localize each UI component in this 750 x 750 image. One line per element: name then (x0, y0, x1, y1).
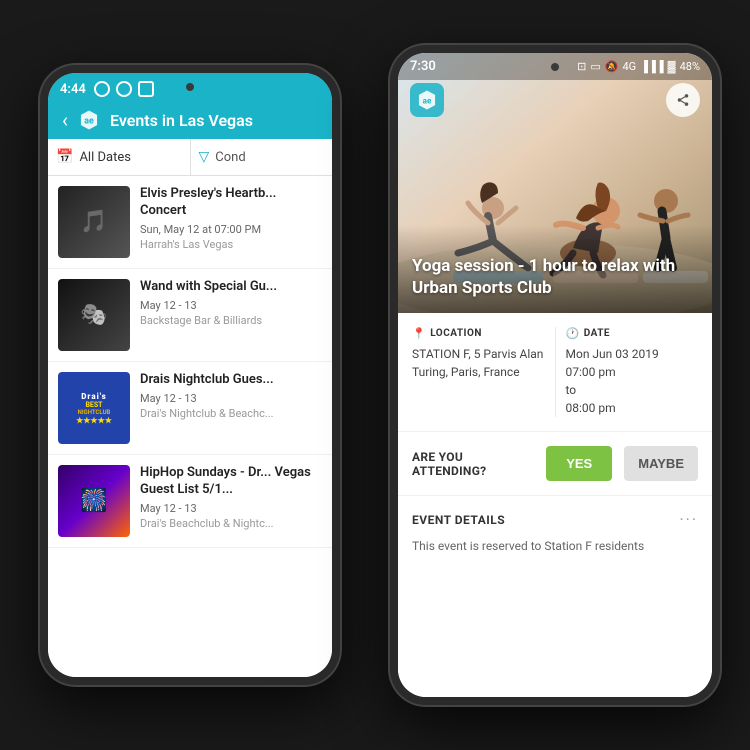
event-item-3[interactable]: Drai's BEST NIGHTCLUB ★★★★★ Drais Nightc… (48, 362, 332, 455)
location-value: STATION F, 5 Parvis Alan Turing, Paris, … (412, 345, 545, 381)
event-date-3: May 12 - 13 (140, 392, 322, 405)
event-date-4: May 12 - 13 (140, 502, 322, 515)
event-venue-3: Drai's Nightclub & Beachc... (140, 407, 322, 420)
attending-row: ARE YOU ATTENDING? YES MAYBE (398, 432, 712, 496)
location-date-row: 📍 LOCATION STATION F, 5 Parvis Alan Turi… (398, 313, 712, 432)
event-title-2: Wand with Special Gu... (140, 279, 322, 296)
event-list: Elvis Presley's Heartb... Concert Sun, M… (48, 176, 332, 677)
instagram-icon (116, 81, 132, 97)
date-filter-label: All Dates (79, 150, 131, 165)
event-thumb-4 (58, 465, 130, 537)
share-button[interactable] (666, 83, 700, 117)
logo-hex-front[interactable]: ae (410, 83, 444, 117)
event-item-1[interactable]: Elvis Presley's Heartb... Concert Sun, M… (48, 176, 332, 269)
snapchat-icon (94, 81, 110, 97)
hero-nav: ae (398, 83, 712, 117)
camera-dot (186, 83, 194, 91)
cond-filter-label: Cond (215, 150, 245, 165)
event-details-title: EVENT DETAILS (412, 513, 505, 527)
svg-text:ae: ae (423, 97, 432, 106)
logo-hex-back: ae (78, 109, 100, 131)
event-details-section: EVENT DETAILS ··· This event is reserved… (398, 496, 712, 569)
more-options-icon[interactable]: ··· (679, 510, 698, 529)
signal-label: 4G (622, 60, 636, 73)
event-item-4[interactable]: HipHop Sundays - Dr... Vegas Guest List … (48, 455, 332, 548)
event-info-1: Elvis Presley's Heartb... Concert Sun, M… (140, 186, 322, 251)
hero-title: Yoga session - 1 hour to relax with Urba… (412, 255, 698, 299)
hero-title-overlay: Yoga session - 1 hour to relax with Urba… (398, 225, 712, 313)
cond-filter-btn[interactable]: ▽ Cond (191, 139, 333, 175)
screen-icon: ▭ (590, 60, 600, 73)
event-info-2: Wand with Special Gu... May 12 - 13 Back… (140, 279, 322, 327)
date-value: Mon Jun 03 2019 07:00 pm to 08:00 pm (566, 345, 699, 417)
event-venue-4: Drai's Beachclub & Nightc... (140, 517, 322, 530)
event-thumb-2 (58, 279, 130, 351)
event-venue-2: Backstage Bar & Billiards (140, 314, 322, 327)
attending-question: ARE YOU ATTENDING? (412, 450, 534, 478)
event-venue-1: Harrah's Las Vegas (140, 238, 322, 251)
hex-logo-svg: ae (416, 89, 438, 111)
event-title-4: HipHop Sundays - Dr... Vegas Guest List … (140, 465, 322, 499)
event-info-3: Drais Nightclub Gues... May 12 - 13 Drai… (140, 372, 322, 420)
location-label: 📍 LOCATION (412, 327, 545, 340)
battery-icon: ▓ (668, 60, 676, 73)
calendar-icon: 📅 (56, 149, 73, 165)
clock-icon: 🕐 (566, 327, 580, 340)
filter-bar: 📅 All Dates ▽ Cond (48, 139, 332, 176)
location-col: 📍 LOCATION STATION F, 5 Parvis Alan Turi… (412, 327, 545, 417)
location-pin-icon: 📍 (412, 327, 426, 340)
svg-text:ae: ae (84, 117, 94, 127)
detail-section: 📍 LOCATION STATION F, 5 Parvis Alan Turi… (398, 313, 712, 697)
event-thumb-1 (58, 186, 130, 258)
front-phone: 7:30 ⊡ ▭ 🔕 4G ▐▐▐ ▓ 48% ae (390, 45, 720, 705)
event-details-description: This event is reserved to Station F resi… (412, 537, 698, 555)
status-icons-front: ⊡ ▭ 🔕 4G ▐▐▐ ▓ 48% (577, 60, 700, 73)
date-col: 🕐 DATE Mon Jun 03 2019 07:00 pm to 08:00… (566, 327, 699, 417)
hero-section: 7:30 ⊡ ▭ 🔕 4G ▐▐▐ ▓ 48% ae (398, 53, 712, 313)
maybe-button[interactable]: MAYBE (624, 446, 698, 481)
camera-status-icon: ⊡ (577, 60, 586, 73)
date-filter-btn[interactable]: 📅 All Dates (48, 139, 191, 175)
signal-bars-icon: ▐▐▐ (640, 60, 663, 73)
back-arrow-icon[interactable]: ‹ (62, 110, 68, 130)
back-phone: 4:44 ‹ ae Events in Las Vegas 📅 All Date… (40, 65, 340, 685)
app-icon (138, 81, 154, 97)
event-thumb-3: Drai's BEST NIGHTCLUB ★★★★★ (58, 372, 130, 444)
event-title-3: Drais Nightclub Gues... (140, 372, 322, 389)
app-bar-title: Events in Las Vegas (110, 111, 318, 130)
event-date-1: Sun, May 12 at 07:00 PM (140, 223, 322, 236)
status-time-front: 7:30 (410, 59, 436, 74)
status-icons-back (94, 81, 154, 97)
battery-label: 48% (680, 60, 700, 73)
filter-icon: ▽ (199, 149, 210, 165)
app-bar-back: ‹ ae Events in Las Vegas (48, 101, 332, 139)
event-item-2[interactable]: Wand with Special Gu... May 12 - 13 Back… (48, 269, 332, 362)
event-date-2: May 12 - 13 (140, 299, 322, 312)
event-title-1: Elvis Presley's Heartb... Concert (140, 186, 322, 220)
date-label: 🕐 DATE (566, 327, 699, 340)
camera-dot-front (551, 63, 559, 71)
col-divider (555, 327, 556, 417)
mute-icon: 🔕 (605, 60, 619, 73)
event-info-4: HipHop Sundays - Dr... Vegas Guest List … (140, 465, 322, 530)
event-details-header: EVENT DETAILS ··· (412, 510, 698, 529)
share-icon (676, 93, 690, 107)
status-time-back: 4:44 (60, 82, 86, 97)
yes-button[interactable]: YES (546, 446, 612, 481)
